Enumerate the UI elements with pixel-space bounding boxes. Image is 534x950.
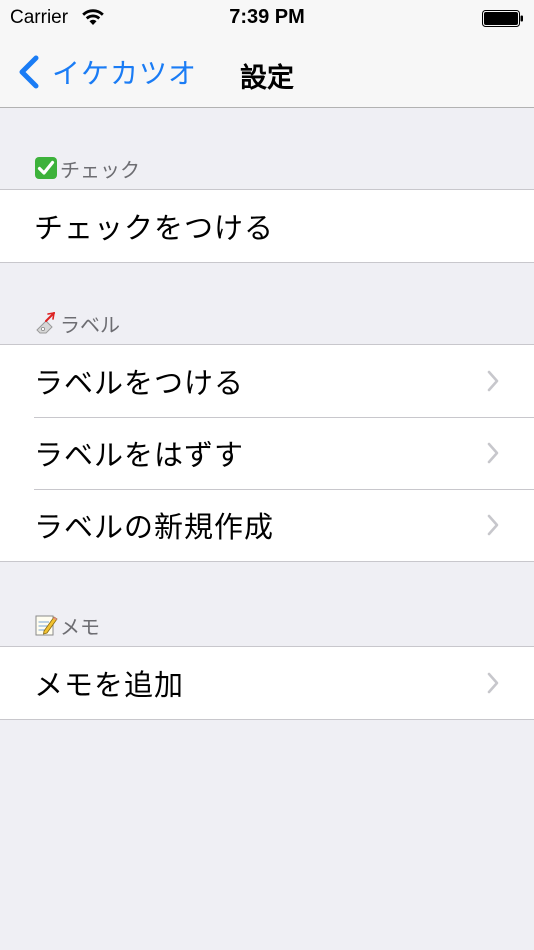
list-item-add-check[interactable]: チェックをつける	[0, 190, 534, 262]
status-bar: Carrier 7:39 PM	[0, 0, 534, 40]
list-item-new-label[interactable]: ラベルの新規作成	[0, 489, 534, 561]
list-item-remove-label[interactable]: ラベルをはずす	[0, 417, 534, 489]
section-header-label-group: ラベル	[34, 309, 120, 337]
chevron-right-icon	[487, 514, 499, 536]
section-header-label: ラベル	[60, 312, 120, 337]
check-mark-icon	[35, 157, 57, 179]
chevron-right-icon	[487, 442, 499, 464]
navigation-bar: イケカツオ 設定	[0, 40, 534, 108]
memo-group: メモを追加	[0, 646, 534, 720]
list-item-add-memo[interactable]: メモを追加	[0, 647, 534, 719]
page-title: 設定	[240, 63, 294, 94]
label-group: ラベルをつける ラベルをはずす ラベルの新規作成	[0, 344, 534, 562]
section-header-label: メモ	[60, 614, 100, 639]
section-header-memo: メモ	[34, 611, 100, 639]
row-label: メモを追加	[34, 668, 185, 702]
battery-icon	[482, 10, 523, 27]
list-item-attach-label[interactable]: ラベルをつける	[0, 345, 534, 417]
back-button[interactable]: イケカツオ	[16, 52, 197, 92]
label-tag-icon	[36, 312, 55, 334]
chevron-right-icon	[487, 370, 499, 392]
chevron-left-icon	[19, 55, 39, 89]
check-group: チェックをつける	[0, 189, 534, 263]
row-label: チェックをつける	[34, 211, 275, 245]
row-label: ラベルの新規作成	[34, 510, 275, 544]
section-header-label: チェック	[60, 157, 140, 182]
row-label: ラベルをはずす	[34, 438, 245, 472]
status-time: 7:39 PM	[229, 6, 305, 28]
row-label: ラベルをつける	[34, 366, 245, 400]
back-button-label: イケカツオ	[52, 57, 198, 90]
section-header-check: チェック	[34, 154, 140, 182]
chevron-right-icon	[487, 672, 499, 694]
memo-icon	[35, 615, 58, 636]
